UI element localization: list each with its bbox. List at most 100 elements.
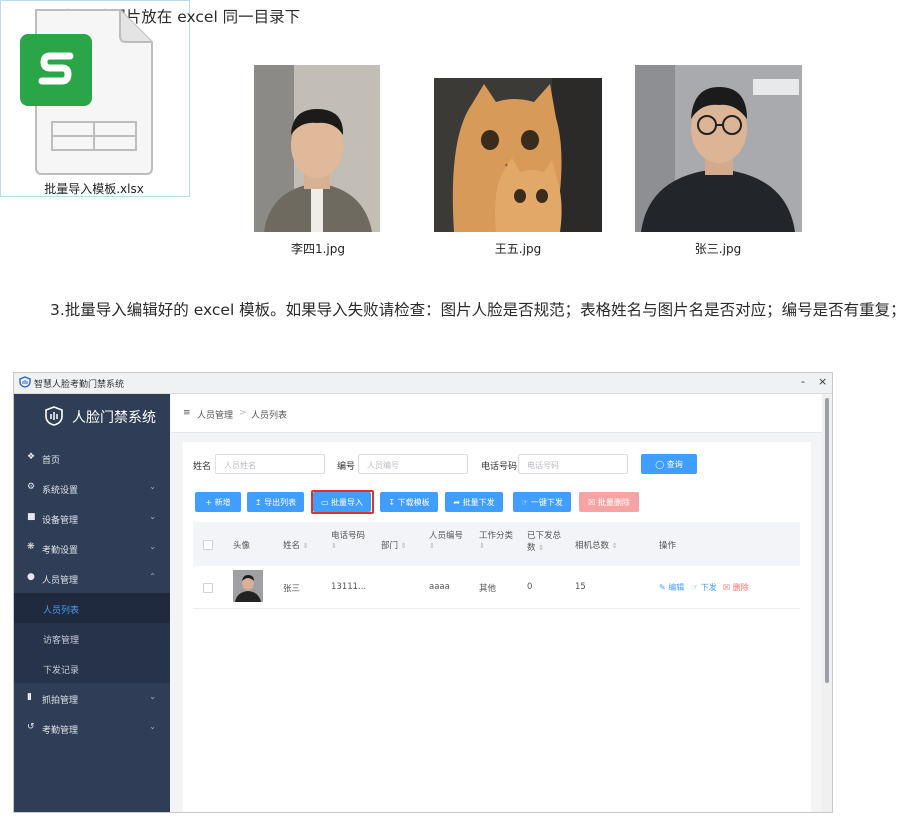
sidebar-subitem-dispatch-log[interactable]: 下发记录 [14,653,170,683]
sidebar-item-system[interactable]: ⚙ 系统设置 ⌄ [14,473,170,503]
download-template-button[interactable]: ↧ 下载模板 [380,492,438,512]
export-button[interactable]: ↥ 导出列表 [247,492,304,512]
cell-category: 其他 [479,584,497,594]
cell-camera-count: 15 [575,582,586,592]
delete-button[interactable]: ☒ 删除 [723,582,749,593]
sort-icon: ⇕ [479,542,485,550]
sidebar-subitem-visitors[interactable]: 访客管理 [14,623,170,653]
batch-delete-button[interactable]: ☒ 批量删除 [579,492,639,512]
chevron-up-icon: ⌃ [149,572,156,581]
hand-icon: ☞ [521,498,531,507]
person-photo [254,65,380,232]
edit-button[interactable]: ✎ 编辑 [659,582,684,593]
shield-logo-icon [19,376,31,388]
button-label: 一键下发 [530,498,563,507]
chevron-down-icon: ⌄ [149,512,156,521]
id-filter-input[interactable]: 人员编号 [358,454,468,474]
device-icon: ■ [27,512,36,522]
one-click-send-button[interactable]: ☞ 一键下发 [513,492,571,512]
sidebar-item-label: 考勤管理 [42,726,79,736]
column-header-label: 工作分类 [479,531,514,541]
send-button[interactable]: ☞ 下发 [691,582,717,593]
sidebar-item-label: 考勤设置 [42,546,79,556]
photo-thumbnail[interactable] [434,78,602,232]
search-button[interactable]: ◯ 查询 [641,454,697,474]
column-header-label: 姓名 [283,541,301,551]
sidebar-item-devices[interactable]: ■ 设备管理 ⌄ [14,503,170,533]
add-button[interactable]: + 新增 [195,492,241,512]
sidebar-item-attendance-settings[interactable]: ❋ 考勤设置 ⌄ [14,533,170,563]
sidebar-item-label: 系统设置 [42,486,79,496]
cat-photo [434,78,602,232]
sort-icon: ⇕ [400,542,407,550]
row-checkbox[interactable] [203,583,213,593]
column-header[interactable]: 姓名 ⇕ [283,539,309,551]
camera-icon: ▮ [27,692,32,702]
column-header[interactable]: 已下发总数 ⇕ [527,529,567,553]
sidebar-item-attendance[interactable]: ↺ 考勤管理 ⌄ [14,713,170,743]
breadcrumb-current: 人员列表 [251,411,288,421]
minimize-button[interactable]: - [801,375,805,388]
menu-toggle-icon[interactable]: ≡ [183,408,191,418]
sidebar-item-label: 首页 [42,456,61,466]
sidebar-subitem-person-list[interactable]: 人员列表 [14,593,170,623]
send-icon: ➦ [453,498,463,507]
brand: 人脸门禁系统 [14,394,170,438]
batch-send-button[interactable]: ➦ 批量下发 [445,492,503,512]
sort-icon: ⇕ [538,544,545,552]
trash-icon: ☒ [723,583,731,592]
button-label: 新增 [214,498,231,507]
name-filter-input[interactable]: 人员姓名 [215,454,325,474]
sidebar-item-label: 人员管理 [42,576,79,586]
table-row[interactable]: 张三 13111... aaaa 其他 0 15 ✎ 编辑 ☞ 下发 ☒ 删除 [193,566,800,609]
sidebar-item-home[interactable]: ❖ 首页 [14,443,170,473]
column-header: 操作 [659,541,677,551]
highlight-box [311,490,374,514]
id-filter-label: 编号 [337,462,356,472]
sidebar-item-label: 设备管理 [42,516,79,526]
main-content: ≡ 人员管理 > 人员列表 姓名 人员姓名 编号 人员编号 电话号码 电话号码 … [171,394,822,812]
column-header[interactable]: 人员编号 ⇕ [429,529,463,551]
trash-icon: ☒ [588,498,598,507]
excel-file-card[interactable]: 批量导入模板.xlsx [0,0,190,197]
window-titlebar: 智慧人脸考勤门禁系统 - × [14,373,832,394]
column-header[interactable]: 相机总数 ⇕ [575,539,618,551]
person-photo [635,65,802,232]
breadcrumb-separator: > [239,408,247,418]
close-button[interactable]: × [818,375,827,388]
avatar [233,570,263,602]
sidebar-item-personnel[interactable]: ● 人员管理 ⌃ [14,563,170,593]
column-header-label: 部门 [381,541,399,551]
delete-label: 删除 [732,583,749,592]
button-label: 批量删除 [597,498,630,507]
send-label: 下发 [700,583,717,592]
sidebar-item-capture[interactable]: ▮ 抓拍管理 ⌄ [14,683,170,713]
home-icon: ❖ [27,452,36,462]
select-all-checkbox[interactable] [203,540,213,550]
sidebar-item-label: 下发记录 [43,666,80,676]
sort-icon: ⇕ [331,542,337,550]
file-name: 王五.jpg [494,242,542,256]
scrollbar[interactable] [822,394,832,812]
search-button-label: 查询 [666,460,683,469]
scrollbar-thumb[interactable] [825,398,829,683]
column-header[interactable]: 电话号码 ⇕ [331,529,365,551]
phone-filter-input[interactable]: 电话号码 [518,454,628,474]
edit-icon: ✎ [659,583,666,592]
button-label: 下载模板 [397,498,430,507]
column-header[interactable]: 部门 ⇕ [381,539,407,551]
sort-icon: ⇕ [429,542,435,550]
app-window: 智慧人脸考勤门禁系统 - × 人脸门禁系统 ❖ 首页 ⚙ 系统设置 ⌄ ■ 设备… [13,372,833,813]
table-header: 头像 姓名 ⇕ 电话号码 ⇕ 部门 ⇕ 人员编号 ⇕ 工作分类 ⇕ 已下发总数 ⇕ 相… [193,522,800,566]
content-panel: 姓名 人员姓名 编号 人员编号 电话号码 电话号码 ◯ 查询 + 新增 ↥ 导出… [183,442,811,812]
sidebar-item-label: 访客管理 [43,636,80,646]
column-header[interactable]: 工作分类 ⇕ [479,529,513,551]
column-header-label: 人员编号 [429,531,464,541]
breadcrumb-root[interactable]: 人员管理 [197,408,233,421]
cell-sent-count: 0 [527,582,533,592]
history-icon: ↺ [27,722,35,732]
photo-thumbnail[interactable] [254,65,380,232]
gear-icon: ⚙ [27,482,36,492]
photo-thumbnail[interactable] [635,65,802,232]
cell-name: 张三 [283,584,301,594]
